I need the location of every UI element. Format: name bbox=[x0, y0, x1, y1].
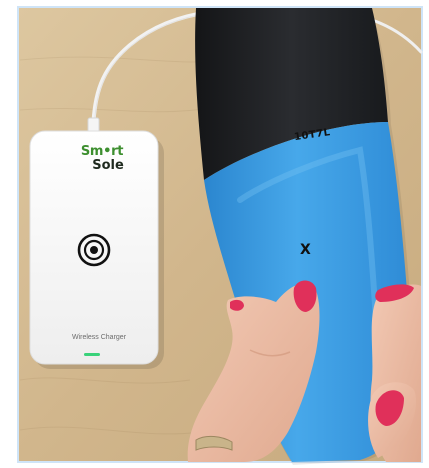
insole-target-mark: X bbox=[300, 242, 311, 258]
charging-indicator-light bbox=[84, 353, 100, 356]
brand-line-1: Sm•rt bbox=[80, 144, 124, 159]
right-hand bbox=[368, 284, 421, 462]
photo: Sm•rt Sole Wireless Charger 10T7L X bbox=[0, 0, 429, 468]
charger-brand-logo: Sm•rt Sole bbox=[67, 145, 137, 172]
charger-caption: Wireless Charger bbox=[71, 334, 127, 341]
photo-scene bbox=[0, 0, 429, 468]
cable-plug bbox=[87, 117, 100, 133]
brand-line-2: Sole bbox=[92, 158, 124, 173]
